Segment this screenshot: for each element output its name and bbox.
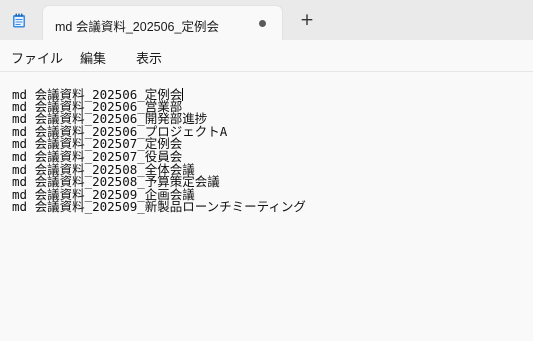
menu-file[interactable]: ファイル [11, 48, 63, 67]
tab-strip: md 会議資料_202506_定例会 + [0, 0, 533, 41]
notepad-window: md 会議資料_202506_定例会 + ファイル 編集 表示 md 会議資料_… [0, 0, 533, 341]
text-caret [182, 88, 184, 101]
notepad-icon [13, 13, 25, 28]
tab-active[interactable]: md 会議資料_202506_定例会 [42, 5, 283, 41]
text-editor[interactable]: md 会議資料_202506_定例会 md 会議資料_202506_営業部 md… [0, 73, 533, 341]
tab-title: md 会議資料_202506_定例会 [55, 20, 219, 34]
editor-lines: md 会議資料_202506_定例会 md 会議資料_202506_営業部 md… [12, 88, 306, 214]
new-tab-button[interactable]: + [296, 9, 318, 31]
unsaved-dot-icon[interactable] [259, 20, 266, 27]
editor-line: md 会議資料_202509_新製品ローンチミーティング [12, 199, 306, 215]
menu-view[interactable]: 表示 [136, 48, 162, 67]
menu-edit[interactable]: 編集 [80, 48, 106, 67]
menu-bar: ファイル 編集 表示 [0, 40, 533, 72]
